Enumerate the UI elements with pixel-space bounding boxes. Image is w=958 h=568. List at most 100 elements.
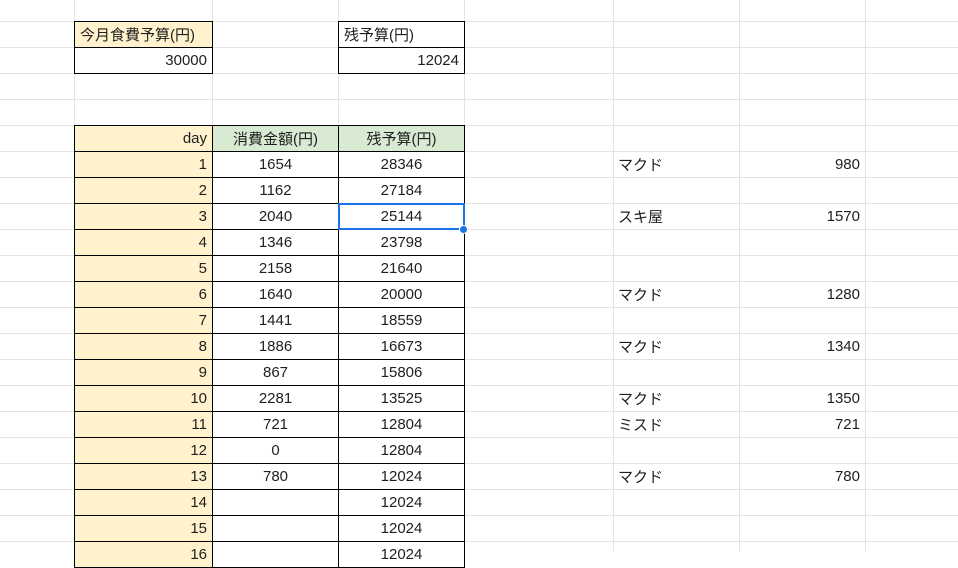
note-amount: 1570 [826,208,860,225]
remain-cell-text: 27184 [380,182,423,199]
remain-cell[interactable]: 16673 [338,333,465,360]
spent-cell[interactable] [212,515,339,542]
note-amount: 780 [834,468,860,485]
day-cell[interactable]: 2 [74,177,213,204]
note-shop-cell[interactable]: マクド [613,463,739,490]
note-shop-cell[interactable]: マクド [613,151,739,178]
remain-cell[interactable]: 12024 [338,489,465,516]
remain-cell[interactable]: 21640 [338,255,465,282]
note-amount-cell[interactable]: 1340 [739,333,865,360]
spent-cell[interactable]: 2158 [212,255,339,282]
day-cell[interactable]: 3 [74,203,213,230]
day-cell[interactable]: 5 [74,255,213,282]
spent-cell[interactable]: 2040 [212,203,339,230]
day-cell[interactable]: 4 [74,229,213,256]
remain-cell[interactable]: 23798 [338,229,465,256]
day-cell[interactable]: 1 [74,151,213,178]
spent-cell-text: 1640 [258,286,293,303]
note-shop: ミスド [618,417,664,434]
day-cell-text: 10 [190,390,207,407]
note-amount-cell[interactable]: 1350 [739,385,865,412]
remain-cell-text: 28346 [380,156,423,173]
day-cell[interactable]: 10 [74,385,213,412]
fill-handle[interactable] [459,225,468,234]
header-spent-cell[interactable]: 消費金額(円) [212,125,339,152]
day-cell-text: 15 [190,520,207,537]
remain-cell[interactable]: 12804 [338,437,465,464]
spent-cell[interactable]: 1441 [212,307,339,334]
budget-value-cell[interactable]: 30000 [74,47,213,74]
note-amount: 980 [834,156,860,173]
day-cell-text: 5 [198,260,207,277]
spent-cell[interactable]: 1346 [212,229,339,256]
remaining-label-cell[interactable]: 残予算(円) [338,21,465,48]
remain-cell-text: 13525 [380,390,423,407]
spent-cell[interactable] [212,541,339,568]
day-cell-text: 3 [198,208,207,225]
day-cell[interactable]: 14 [74,489,213,516]
spent-cell[interactable] [212,489,339,516]
day-cell-text: 1 [198,156,207,173]
note-shop: マクド [618,287,664,304]
day-cell[interactable]: 16 [74,541,213,568]
spent-cell-text: 1886 [258,338,293,355]
note-shop-cell[interactable]: マクド [613,385,739,412]
header-remain: 残予算(円) [366,131,437,148]
day-cell[interactable]: 7 [74,307,213,334]
note-shop-cell[interactable]: マクド [613,333,739,360]
spent-cell[interactable]: 1162 [212,177,339,204]
day-cell[interactable]: 6 [74,281,213,308]
remain-cell[interactable]: 27184 [338,177,465,204]
remain-cell[interactable]: 12024 [338,515,465,542]
note-amount-cell[interactable]: 780 [739,463,865,490]
day-cell-text: 6 [198,286,207,303]
remain-cell[interactable]: 20000 [338,281,465,308]
remain-cell[interactable]: 13525 [338,385,465,412]
day-cell[interactable]: 9 [74,359,213,386]
remain-cell[interactable]: 18559 [338,307,465,334]
remain-cell-text: 12804 [380,416,423,433]
day-cell[interactable]: 12 [74,437,213,464]
remain-cell[interactable]: 25144 [338,203,465,230]
remain-cell[interactable]: 12024 [338,463,465,490]
gridline-horizontal [0,99,958,100]
remain-cell-text: 21640 [380,260,423,277]
header-spent: 消費金額(円) [233,131,318,148]
remain-cell-text: 16673 [380,338,423,355]
day-cell[interactable]: 13 [74,463,213,490]
note-amount-cell[interactable]: 1570 [739,203,865,230]
spent-cell[interactable]: 0 [212,437,339,464]
note-amount-cell[interactable]: 721 [739,411,865,438]
note-shop-cell[interactable]: マクド [613,281,739,308]
spent-cell[interactable]: 1654 [212,151,339,178]
spent-cell[interactable]: 2281 [212,385,339,412]
spent-cell[interactable]: 780 [212,463,339,490]
note-amount-cell[interactable]: 980 [739,151,865,178]
remain-cell[interactable]: 28346 [338,151,465,178]
spent-cell[interactable]: 721 [212,411,339,438]
budget-label-cell[interactable]: 今月食費予算(円) [74,21,213,48]
remain-cell[interactable]: 12024 [338,541,465,568]
spent-cell[interactable]: 1640 [212,281,339,308]
remaining-value-cell[interactable]: 12024 [338,47,465,74]
day-cell[interactable]: 11 [74,411,213,438]
header-day: day [182,130,207,147]
note-shop: スキ屋 [618,209,664,226]
spent-cell[interactable]: 867 [212,359,339,386]
spent-cell-text: 867 [262,364,289,381]
day-cell-text: 12 [190,442,207,459]
header-day-cell[interactable]: day [74,125,213,152]
note-shop: マクド [618,391,664,408]
remain-cell[interactable]: 15806 [338,359,465,386]
day-cell[interactable]: 8 [74,333,213,360]
day-cell[interactable]: 15 [74,515,213,542]
note-amount-cell[interactable]: 1280 [739,281,865,308]
spent-cell[interactable]: 1886 [212,333,339,360]
remain-cell[interactable]: 12804 [338,411,465,438]
note-shop-cell[interactable]: ミスド [613,411,739,438]
note-shop-cell[interactable]: スキ屋 [613,203,739,230]
spent-cell-text: 1346 [258,234,293,251]
header-remain-cell[interactable]: 残予算(円) [338,125,465,152]
spent-cell-text: 0 [271,442,280,459]
day-cell-text: 4 [198,234,207,251]
